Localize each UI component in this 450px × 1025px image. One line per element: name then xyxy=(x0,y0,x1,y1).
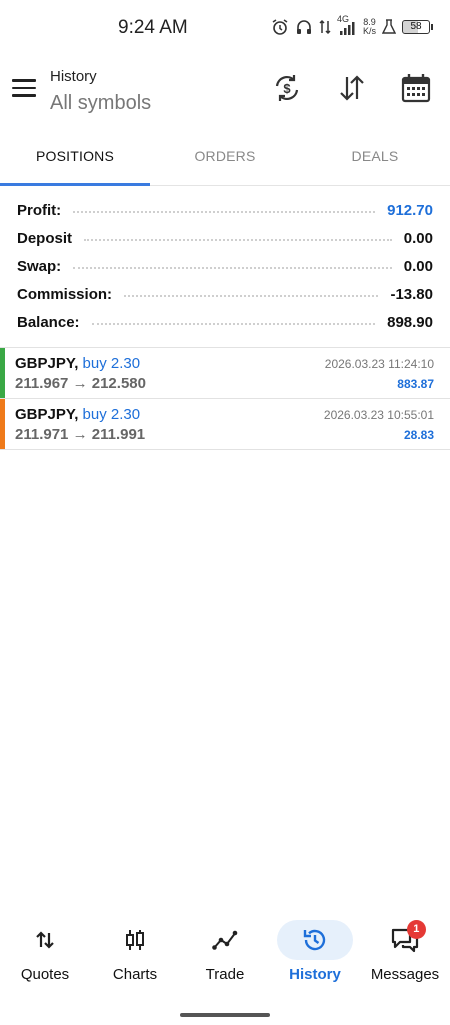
status-time: 9:24 AM xyxy=(118,17,188,38)
status-bar: 9:24 AM 4G 8.9 K/s 58 xyxy=(0,0,450,56)
dotted-leader xyxy=(124,295,379,297)
speed-unit: K/s xyxy=(362,26,376,36)
alarm-icon xyxy=(271,16,289,38)
dotted-leader xyxy=(73,267,392,269)
history-summary: Profit: 912.70 Deposit 0.00 Swap: 0.00 C… xyxy=(0,196,450,336)
quotes-icon xyxy=(7,920,83,960)
nav-messages-label: Messages xyxy=(370,966,440,983)
balance-value: 898.90 xyxy=(387,313,433,331)
summary-swap-row: Swap: 0.00 xyxy=(0,252,450,280)
position-symbol: GBPJPY, buy 2.30 xyxy=(15,355,140,372)
balance-label: Balance: xyxy=(17,313,80,331)
data-transfer-icon xyxy=(319,16,331,38)
battery-indicator: 58 xyxy=(402,20,433,34)
nav-messages[interactable]: 1 Messages xyxy=(360,916,450,991)
page-title: History xyxy=(50,68,97,85)
nav-quotes-label: Quotes xyxy=(20,966,70,983)
network-speed: 8.9 K/s xyxy=(363,16,376,38)
summary-commission-row: Commission: -13.80 xyxy=(0,280,450,308)
charts-icon xyxy=(97,920,173,960)
summary-balance-row: Balance: 898.90 xyxy=(0,308,450,336)
bottom-navigation: Quotes Charts Trade History 1 Messages xyxy=(0,916,450,991)
commission-label: Commission: xyxy=(17,285,113,303)
history-icon xyxy=(277,920,353,960)
symbol-name: GBPJPY, xyxy=(15,406,79,423)
signal-icon: 4G xyxy=(336,14,357,38)
buy-indicator-bar xyxy=(0,348,5,398)
summary-profit-row: Profit: 912.70 xyxy=(0,196,450,224)
close-price: 212.580 xyxy=(91,375,146,392)
nav-trade[interactable]: Trade xyxy=(180,916,270,991)
currency-exchange-icon[interactable]: $ xyxy=(271,72,303,104)
commission-value: -13.80 xyxy=(390,285,433,303)
position-side: buy 2.30 xyxy=(82,355,141,372)
status-icons: 4G 8.9 K/s 58 xyxy=(271,14,433,38)
notification-badge: 1 xyxy=(406,920,426,939)
divider xyxy=(0,449,450,450)
headphones-icon xyxy=(295,16,313,38)
menu-icon[interactable] xyxy=(12,79,36,99)
home-indicator[interactable] xyxy=(180,1013,270,1017)
nav-quotes[interactable]: Quotes xyxy=(0,916,90,991)
messages-icon xyxy=(367,920,443,960)
position-prices: 211.967 → 212.580 xyxy=(15,375,146,392)
calendar-icon[interactable] xyxy=(400,72,432,104)
nav-history[interactable]: History xyxy=(270,916,360,991)
swap-value: 0.00 xyxy=(403,257,433,275)
app-header: History All symbols $ xyxy=(0,56,450,124)
buy-indicator-bar xyxy=(0,399,5,449)
profit-label: Profit: xyxy=(17,201,62,219)
tab-orders[interactable]: ORDERS xyxy=(150,132,300,185)
position-row[interactable]: GBPJPY, buy 2.30 211.971 → 211.991 2026.… xyxy=(0,399,450,449)
dotted-leader xyxy=(91,323,376,325)
swap-label: Swap: xyxy=(17,257,62,275)
open-price: 211.971 xyxy=(15,426,69,443)
deposit-label: Deposit xyxy=(17,229,73,247)
dotted-leader xyxy=(84,239,392,241)
sort-icon[interactable] xyxy=(336,72,368,104)
svg-text:$: $ xyxy=(283,81,291,96)
tab-positions[interactable]: POSITIONS xyxy=(0,132,150,186)
history-tabs: POSITIONS ORDERS DEALS xyxy=(0,132,450,186)
nav-charts-label: Charts xyxy=(112,966,158,983)
symbol-filter[interactable]: All symbols xyxy=(50,92,151,115)
close-price: 211.991 xyxy=(91,426,146,443)
position-prices: 211.971 → 211.991 xyxy=(15,426,145,443)
nav-history-label: History xyxy=(289,966,341,983)
nav-trade-label: Trade xyxy=(205,966,245,983)
tab-deals[interactable]: DEALS xyxy=(300,132,450,185)
battery-icon: 58 xyxy=(402,16,433,38)
position-time: 2026.03.23 10:55:01 xyxy=(323,408,434,422)
battery-level: 58 xyxy=(410,21,422,32)
position-row[interactable]: GBPJPY, buy 2.30 211.967 → 212.580 2026.… xyxy=(0,348,450,398)
dotted-leader xyxy=(73,211,376,213)
price-arrow: → xyxy=(72,426,88,443)
position-side: buy 2.30 xyxy=(82,406,141,423)
price-arrow: → xyxy=(72,375,88,392)
position-symbol: GBPJPY, buy 2.30 xyxy=(15,406,140,423)
position-time: 2026.03.23 11:24:10 xyxy=(324,357,434,371)
open-price: 211.967 xyxy=(15,375,69,392)
network-type: 4G xyxy=(336,14,349,24)
summary-deposit-row: Deposit 0.00 xyxy=(0,224,450,252)
position-profit: 883.87 xyxy=(397,377,434,391)
symbol-name: GBPJPY, xyxy=(15,355,79,372)
deposit-value: 0.00 xyxy=(403,229,433,247)
nav-charts[interactable]: Charts xyxy=(90,916,180,991)
position-profit: 28.83 xyxy=(403,428,434,442)
trade-icon xyxy=(187,920,263,960)
flask-icon xyxy=(382,16,396,38)
profit-value: 912.70 xyxy=(387,201,433,219)
